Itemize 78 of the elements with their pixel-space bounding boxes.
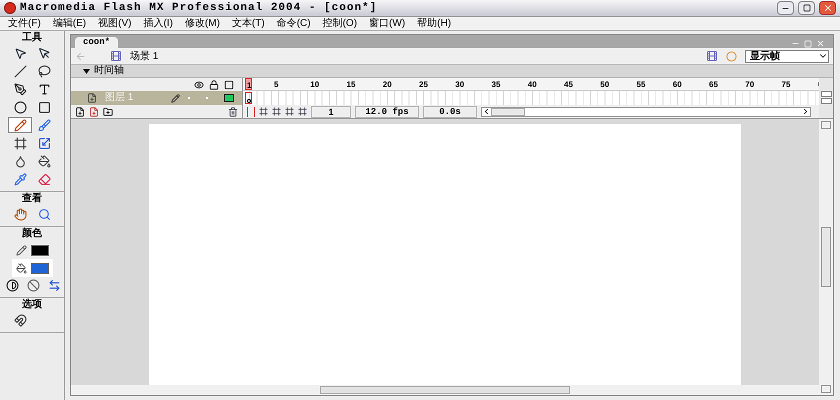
collapse-arrow-icon[interactable] xyxy=(83,68,90,74)
close-button[interactable] xyxy=(819,1,836,15)
document-tab[interactable]: coon* xyxy=(75,37,118,48)
section-title: 查看 xyxy=(22,192,42,206)
current-frame-field: 1 xyxy=(311,106,351,118)
menu-item[interactable]: 修改(M) xyxy=(184,18,220,30)
frame-number: 65 xyxy=(709,79,719,90)
color-swatch-row[interactable] xyxy=(12,259,52,277)
maximize-button[interactable] xyxy=(798,1,815,15)
frame-number: 75 xyxy=(782,79,792,90)
frame-number: 10 xyxy=(310,79,320,90)
pencil-icon xyxy=(171,94,180,102)
maximize-icon xyxy=(802,4,810,12)
scroll-up-button[interactable] xyxy=(820,91,832,97)
scene-icon xyxy=(110,50,122,62)
scroll-down-button[interactable] xyxy=(820,98,832,104)
horizontal-scrollbar[interactable] xyxy=(481,106,811,116)
layer-name: 图层 1 xyxy=(105,92,134,104)
time-field: 0.0s xyxy=(423,106,477,118)
section-title: 选项 xyxy=(22,298,42,312)
scroll-thumb[interactable] xyxy=(320,386,570,394)
stage-vertical-scrollbar[interactable] xyxy=(819,119,833,395)
menu-item[interactable]: 插入(I) xyxy=(143,18,173,30)
minimize-button[interactable] xyxy=(777,1,794,15)
menu-item[interactable]: 帮助(H) xyxy=(417,18,452,30)
frame-number: 5 xyxy=(274,79,280,90)
menu-item[interactable]: 编辑(E) xyxy=(52,18,86,30)
pencil-icon[interactable] xyxy=(8,117,32,133)
scroll-thumb[interactable] xyxy=(821,227,831,287)
frame-number: 35 xyxy=(492,79,502,90)
section-title: 工具 xyxy=(22,31,42,45)
pencil-icon xyxy=(16,244,26,256)
edit-scene-icon[interactable] xyxy=(706,50,718,62)
frame-number: 40 xyxy=(528,79,538,90)
menu-item[interactable]: 文件(F) xyxy=(8,18,41,30)
timeline-title: 时间轴 xyxy=(94,65,124,77)
eye-icon[interactable] xyxy=(194,80,204,90)
menu-item[interactable]: 视图(V) xyxy=(98,18,132,30)
section-title: 颜色 xyxy=(22,227,42,241)
add-folder-icon[interactable] xyxy=(103,106,113,116)
outline-icon[interactable] xyxy=(224,80,234,90)
scroll-thumb[interactable] xyxy=(491,108,525,116)
scroll-right-icon[interactable] xyxy=(801,107,810,116)
scroll-left-icon[interactable] xyxy=(482,107,491,116)
frame-number: 30 xyxy=(455,79,466,90)
playhead-icon[interactable] xyxy=(247,106,255,116)
frame-number: 1 xyxy=(245,78,252,90)
menu-item[interactable]: 文本(T) xyxy=(232,18,265,30)
window-title: Macromedia Flash MX Professional 2004 - [coon*] xyxy=(20,0,378,16)
frame-number: 20 xyxy=(382,79,393,90)
vertical-scrollbar[interactable] xyxy=(819,78,833,118)
lock-icon[interactable] xyxy=(209,80,219,90)
frame-number: 25 xyxy=(419,79,429,90)
stage-horizontal-scrollbar[interactable] xyxy=(71,385,819,395)
frame-number: 55 xyxy=(636,79,646,90)
add-layer-icon[interactable] xyxy=(75,106,85,116)
frame-number: 50 xyxy=(600,79,610,90)
menu-item[interactable]: 命令(C) xyxy=(276,18,311,30)
frame-rate-field: 12.0 fps xyxy=(355,106,419,118)
menu-item[interactable]: 窗口(W) xyxy=(369,18,406,30)
frame-number: 45 xyxy=(564,79,574,90)
color-swatch[interactable] xyxy=(30,244,48,256)
trash-icon[interactable] xyxy=(228,106,238,116)
frame-number: 15 xyxy=(346,79,356,90)
timeline-header[interactable]: 时间轴 xyxy=(71,65,833,78)
paint-bucket-icon xyxy=(16,262,26,274)
app-logo-icon xyxy=(4,2,16,14)
layer-color-box[interactable] xyxy=(224,94,234,102)
keyframe[interactable] xyxy=(245,92,252,104)
color-swatch[interactable] xyxy=(30,262,48,274)
scene-label: 场景 1 xyxy=(130,50,158,64)
add-guide-icon[interactable] xyxy=(89,106,99,116)
close-icon xyxy=(822,3,832,13)
view-select[interactable]: 显示帧 xyxy=(745,50,829,62)
layer-icon xyxy=(87,93,97,103)
frame-number: 60 xyxy=(672,79,683,90)
frame-number: 70 xyxy=(745,79,756,90)
menu-item[interactable]: 控制(O) xyxy=(322,18,358,30)
